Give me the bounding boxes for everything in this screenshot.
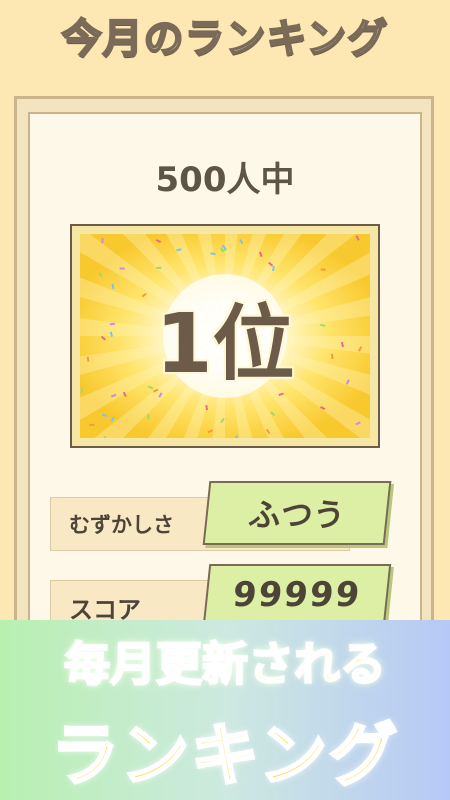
screen-title: 今月のランキング [61, 15, 389, 63]
rank-value: 1位 [155, 296, 295, 392]
rank-card: 1位 [80, 234, 370, 438]
score-value: 99999 [202, 564, 392, 626]
participant-count: 500人中 [155, 160, 295, 200]
promo-headline: 毎月更新される [63, 636, 387, 692]
promo-title: ランキング [50, 716, 399, 798]
difficulty-value: ふつう [202, 481, 392, 545]
